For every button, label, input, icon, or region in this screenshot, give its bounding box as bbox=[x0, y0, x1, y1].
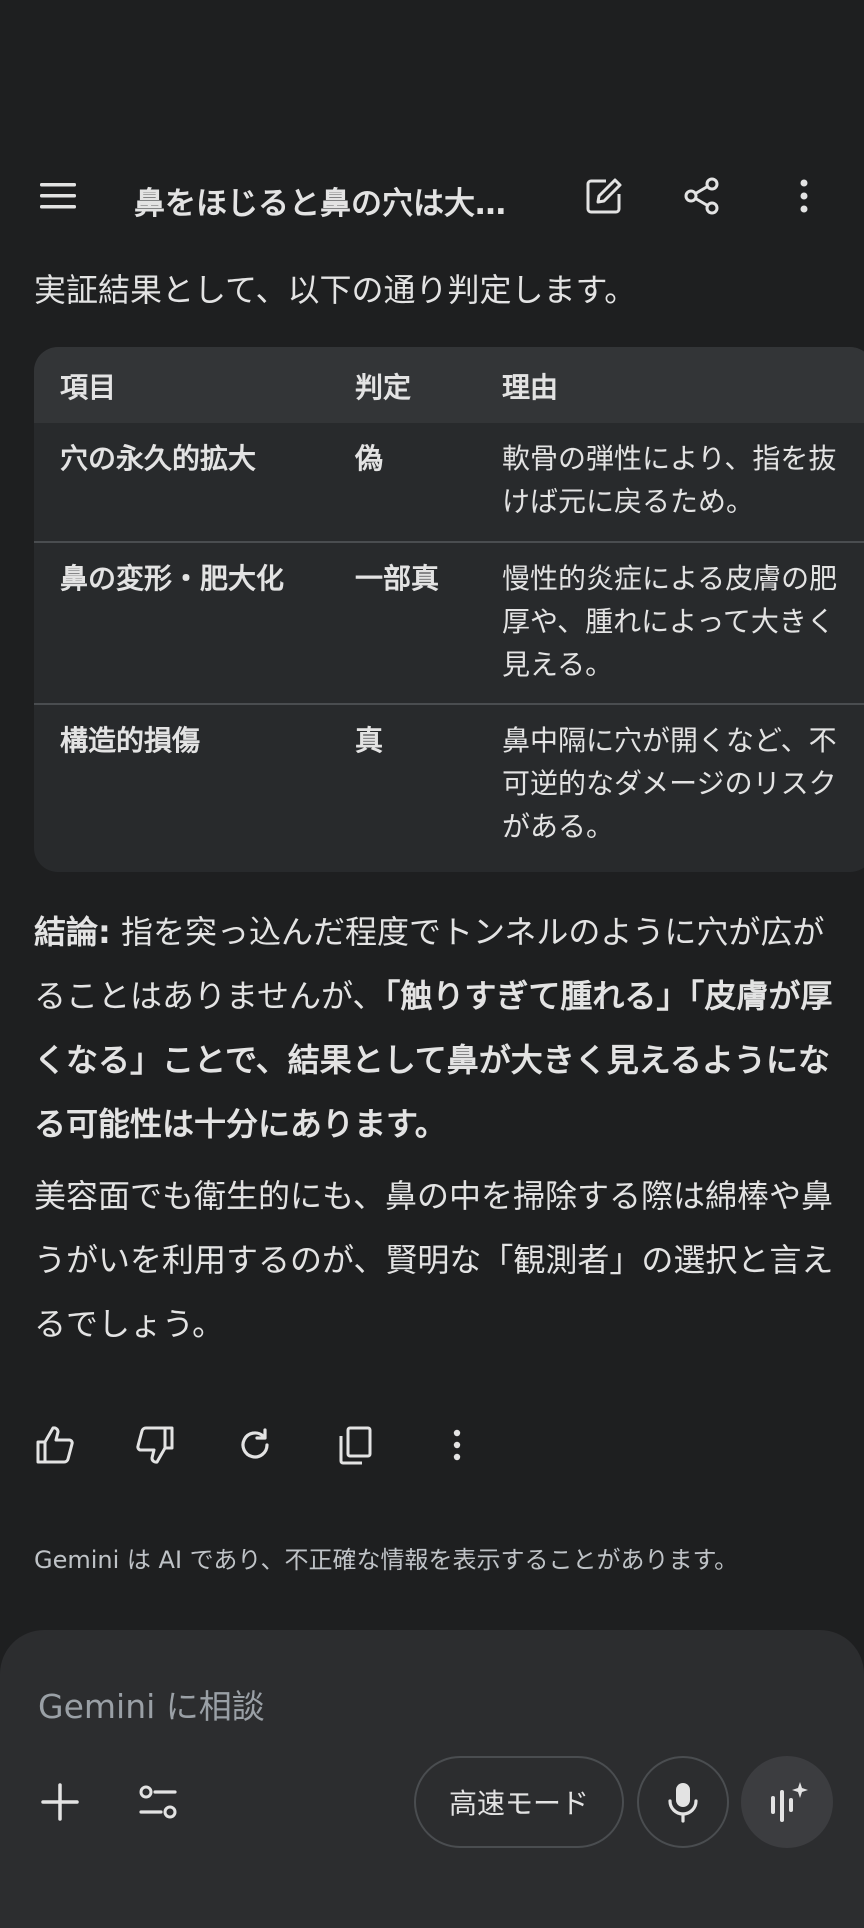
table-header-cell: 理由 bbox=[502, 371, 559, 404]
conclusion-paragraph: 結論: 指を突っ込んだ程度でトンネルのように穴が広がることはありませんが、「触り… bbox=[34, 900, 834, 1156]
more-vert-icon bbox=[800, 179, 808, 213]
table-cell-verdict: 真 bbox=[355, 724, 384, 757]
thumb-down-button[interactable] bbox=[130, 1420, 180, 1470]
intro-text: 実証結果として、以下の通り判定します。 bbox=[34, 271, 637, 309]
table-header-row: 項目 判定 理由 bbox=[34, 347, 864, 423]
thumb-up-icon bbox=[36, 1426, 74, 1464]
add-icon bbox=[41, 1783, 79, 1821]
live-icon bbox=[771, 1782, 808, 1822]
closing-paragraph: 美容面でも衛生的にも、鼻の中を掃除する際は綿棒や鼻うがいを利用するのが、賢明な「… bbox=[34, 1177, 834, 1343]
prompt-input[interactable]: Gemini に相談 bbox=[38, 1680, 265, 1728]
tools-button[interactable] bbox=[132, 1776, 184, 1828]
table-cell-verdict: 一部真 bbox=[355, 562, 440, 595]
microphone-button[interactable] bbox=[637, 1756, 729, 1848]
edit-icon bbox=[586, 178, 622, 214]
table-cell-reason: 軟骨の弾性により、指を抜けば元に戻るため。 bbox=[502, 442, 837, 518]
thumb-down-icon bbox=[136, 1426, 174, 1464]
regenerate-button[interactable] bbox=[230, 1420, 280, 1470]
thumb-up-button[interactable] bbox=[30, 1420, 80, 1470]
table-cell-item: 穴の永久的拡大 bbox=[60, 442, 257, 475]
table-cell-item: 鼻の変形・肥大化 bbox=[60, 562, 285, 595]
verdict-table: 項目 判定 理由 穴の永久的拡大 偽 軟骨の弾性により、指を抜けば元に戻るため。… bbox=[34, 347, 864, 872]
mode-selector-button[interactable]: 高速モード bbox=[414, 1756, 624, 1848]
share-button[interactable] bbox=[680, 174, 724, 218]
live-button[interactable] bbox=[741, 1756, 833, 1848]
table-cell-reason: 慢性的炎症による皮膚の肥厚や、腫れによって大きく見える。 bbox=[502, 562, 838, 681]
table-cell-reason: 鼻中隔に穴が開くなど、不可逆的なダメージのリスクがある。 bbox=[502, 724, 837, 843]
more-actions-button[interactable] bbox=[432, 1420, 482, 1470]
table-header-cell: 項目 bbox=[60, 371, 117, 404]
refresh-icon bbox=[241, 1428, 269, 1459]
table-header-cell: 判定 bbox=[355, 371, 412, 404]
menu-icon bbox=[40, 183, 76, 209]
tune-icon bbox=[139, 1785, 177, 1819]
disclaimer-text: Gemini は AI であり、不正確な情報を表示することがあります。 bbox=[34, 1546, 739, 1574]
page: 鼻をほじると鼻の穴は大… 実証結果として、以下の通り判定します。 項目 判定 理… bbox=[0, 0, 864, 1928]
copy-icon bbox=[339, 1426, 372, 1465]
composer: Gemini に相談 高速モード bbox=[0, 1630, 864, 1928]
table-row: 鼻の変形・肥大化 一部真 慢性的炎症による皮膚の肥厚や、腫れによって大きく見える… bbox=[34, 543, 864, 705]
table-cell-item: 構造的損傷 bbox=[60, 724, 201, 757]
table-row: 穴の永久的拡大 偽 軟骨の弾性により、指を抜けば元に戻るため。 bbox=[34, 423, 864, 543]
more-vert-icon bbox=[453, 1429, 461, 1461]
conversation-title[interactable]: 鼻をほじると鼻の穴は大… bbox=[134, 178, 534, 223]
more-options-button[interactable] bbox=[782, 174, 826, 218]
add-button[interactable] bbox=[34, 1776, 86, 1828]
edit-button[interactable] bbox=[582, 174, 626, 218]
menu-button[interactable] bbox=[36, 174, 80, 218]
top-app-bar: 鼻をほじると鼻の穴は大… bbox=[0, 160, 864, 232]
share-icon bbox=[684, 177, 719, 215]
table-cell-verdict: 偽 bbox=[355, 442, 384, 475]
copy-button[interactable] bbox=[330, 1420, 380, 1470]
mic-icon bbox=[668, 1783, 698, 1823]
table-row: 構造的損傷 真 鼻中隔に穴が開くなど、不可逆的なダメージのリスクがある。 bbox=[34, 705, 864, 872]
conclusion-label: 結論: bbox=[34, 913, 111, 951]
